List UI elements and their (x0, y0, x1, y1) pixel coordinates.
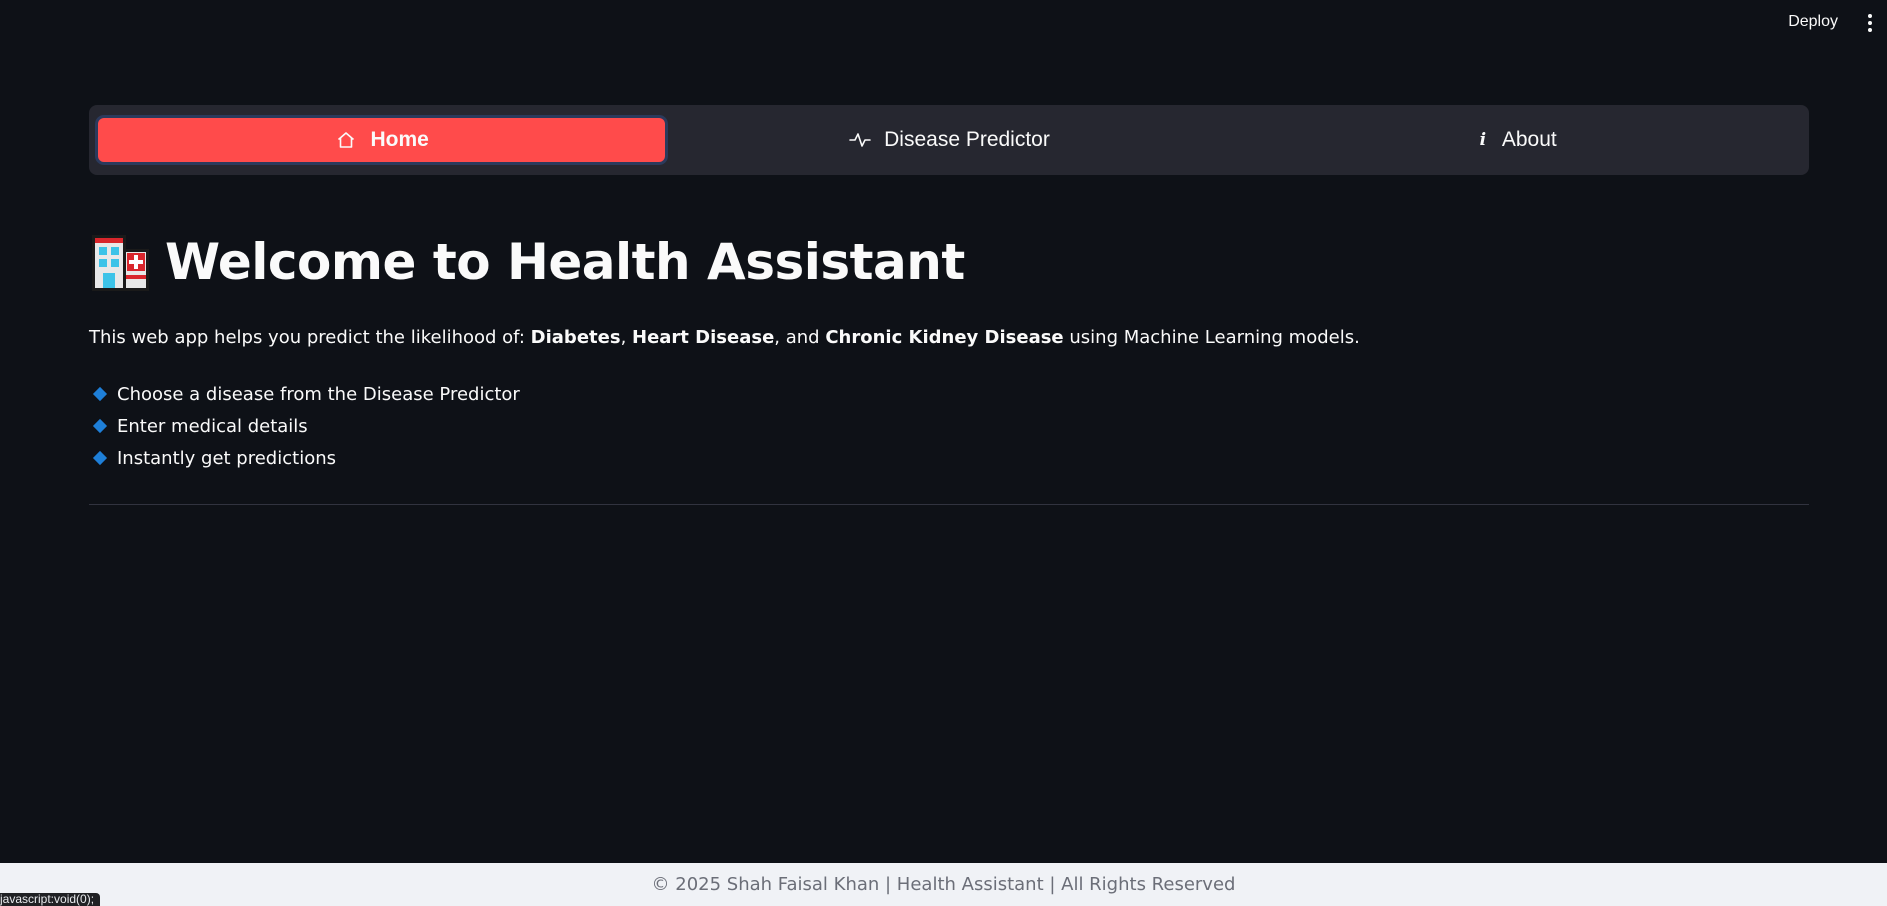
list-item: Instantly get predictions (89, 442, 1809, 474)
nav-item-disease-predictor[interactable]: Disease Predictor (665, 118, 1232, 162)
info-icon: i (1479, 130, 1487, 150)
home-icon (334, 128, 358, 152)
nav-item-label: About (1501, 128, 1557, 151)
activity-icon (848, 128, 872, 152)
main-content: Welcome to Health Assistant This web app… (89, 220, 1809, 474)
list-item: Enter medical details (89, 410, 1809, 442)
nav-bar: Home Disease Predictor i About (89, 105, 1809, 175)
nav-item-about[interactable]: i About (1233, 118, 1800, 162)
intro-heart-disease: Heart Disease (632, 327, 775, 348)
blue-diamond-icon (92, 386, 108, 402)
deploy-button[interactable]: Deploy (1788, 13, 1838, 31)
nav-item-home[interactable]: Home (98, 118, 666, 162)
intro-kidney-disease: Chronic Kidney Disease (825, 327, 1064, 348)
list-item-text: Choose a disease from the Disease Predic… (117, 383, 520, 405)
footer-text: © 2025 Shah Faisal Khan | Health Assista… (651, 874, 1236, 895)
intro-sep: , and (774, 327, 826, 348)
app-root: Deploy Home Disease Predictor i About We… (0, 0, 1887, 906)
nav-item-label: Home (370, 128, 429, 151)
intro-text: This web app helps you predict the likel… (89, 326, 1809, 350)
title-row: Welcome to Health Assistant (89, 220, 1809, 304)
feature-list: Choose a disease from the Disease Predic… (89, 378, 1809, 474)
page-title: Welcome to Health Assistant (165, 233, 965, 291)
status-bar-url: javascript:void(0); (0, 893, 101, 906)
list-item-text: Enter medical details (117, 415, 308, 437)
blue-diamond-icon (92, 450, 108, 466)
list-item-text: Instantly get predictions (117, 447, 336, 469)
intro-diabetes: Diabetes (530, 327, 621, 348)
list-item: Choose a disease from the Disease Predic… (89, 378, 1809, 410)
kebab-menu-icon[interactable] (1865, 12, 1875, 34)
divider (89, 504, 1809, 505)
intro-sep: , (620, 327, 633, 348)
blue-diamond-icon (92, 418, 108, 434)
intro-prefix: This web app helps you predict the likel… (89, 327, 531, 348)
intro-suffix: using Machine Learning models. (1063, 327, 1360, 348)
nav-item-label: Disease Predictor (884, 128, 1050, 151)
hospital-icon (89, 231, 151, 293)
footer: © 2025 Shah Faisal Khan | Health Assista… (0, 863, 1887, 906)
top-header: Deploy (0, 0, 1887, 46)
